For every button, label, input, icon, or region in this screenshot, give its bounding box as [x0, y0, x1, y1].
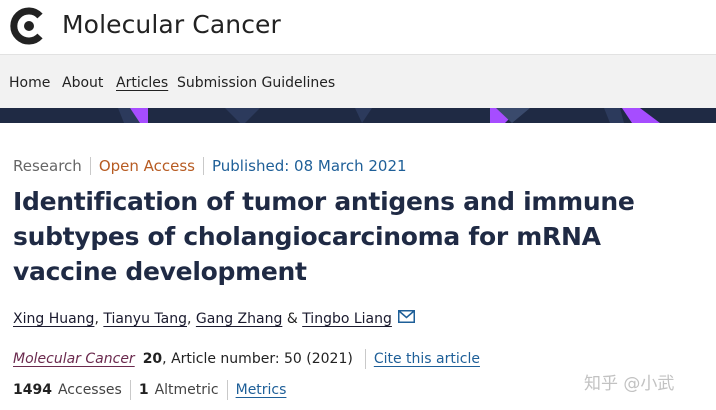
- journal-link[interactable]: Molecular Cancer: [13, 351, 135, 367]
- open-access-label: Open Access: [98, 157, 195, 175]
- nav-articles[interactable]: Articles: [116, 75, 168, 91]
- nav-submission-guidelines[interactable]: Submission Guidelines: [177, 75, 335, 91]
- author-link[interactable]: Tingbo Liang: [302, 311, 392, 327]
- author-separator: &: [286, 311, 298, 327]
- author-separator: ,: [94, 311, 99, 327]
- citation-line: Molecular Cancer 20 , Article number: 50…: [13, 349, 480, 369]
- author-link[interactable]: Xing Huang: [13, 311, 94, 327]
- volume-number: 20: [142, 351, 163, 367]
- molecular-cancer-logo-icon[interactable]: [9, 7, 47, 45]
- article-meta: Research Open Access Published: 08 March…: [13, 156, 407, 176]
- article-title: Identification of tumor antigens and imm…: [13, 187, 635, 286]
- cite-this-article-link[interactable]: Cite this article: [374, 351, 480, 367]
- article-number: , Article number: 50 (2021): [162, 351, 353, 367]
- metrics-row: 1494 Accesses 1 Altmetric Metrics: [13, 380, 286, 400]
- altmetric-count: 1: [138, 382, 149, 398]
- nav-home[interactable]: Home: [9, 75, 50, 91]
- mail-icon[interactable]: [397, 309, 415, 323]
- author-separator: ,: [187, 311, 192, 327]
- accesses-label: Accesses: [57, 382, 122, 398]
- divider: [129, 380, 131, 400]
- author-list: Xing Huang, Tianyu Tang, Gang Zhang & Ti…: [13, 309, 415, 327]
- divider: [364, 349, 366, 369]
- main-nav: Home About Articles Submission Guideline…: [0, 54, 716, 108]
- accesses-count: 1494: [13, 382, 52, 398]
- divider: [226, 380, 228, 400]
- altmetric-label: Altmetric: [154, 382, 219, 398]
- metrics-link[interactable]: Metrics: [236, 382, 287, 398]
- article-type: Research: [13, 157, 82, 175]
- divider: [89, 157, 91, 175]
- divider: [203, 157, 204, 175]
- banner-pattern: [0, 108, 716, 123]
- published-date: Published: 08 March 2021: [212, 157, 407, 175]
- nav-about[interactable]: About: [62, 75, 103, 91]
- brand-header: Molecular Cancer: [0, 0, 716, 54]
- decorative-banner: [0, 108, 716, 123]
- watermark: 知乎 @小武: [584, 374, 675, 394]
- author-link[interactable]: Gang Zhang: [196, 311, 282, 327]
- author-link[interactable]: Tianyu Tang: [103, 311, 187, 327]
- journal-name[interactable]: Molecular Cancer: [62, 10, 281, 39]
